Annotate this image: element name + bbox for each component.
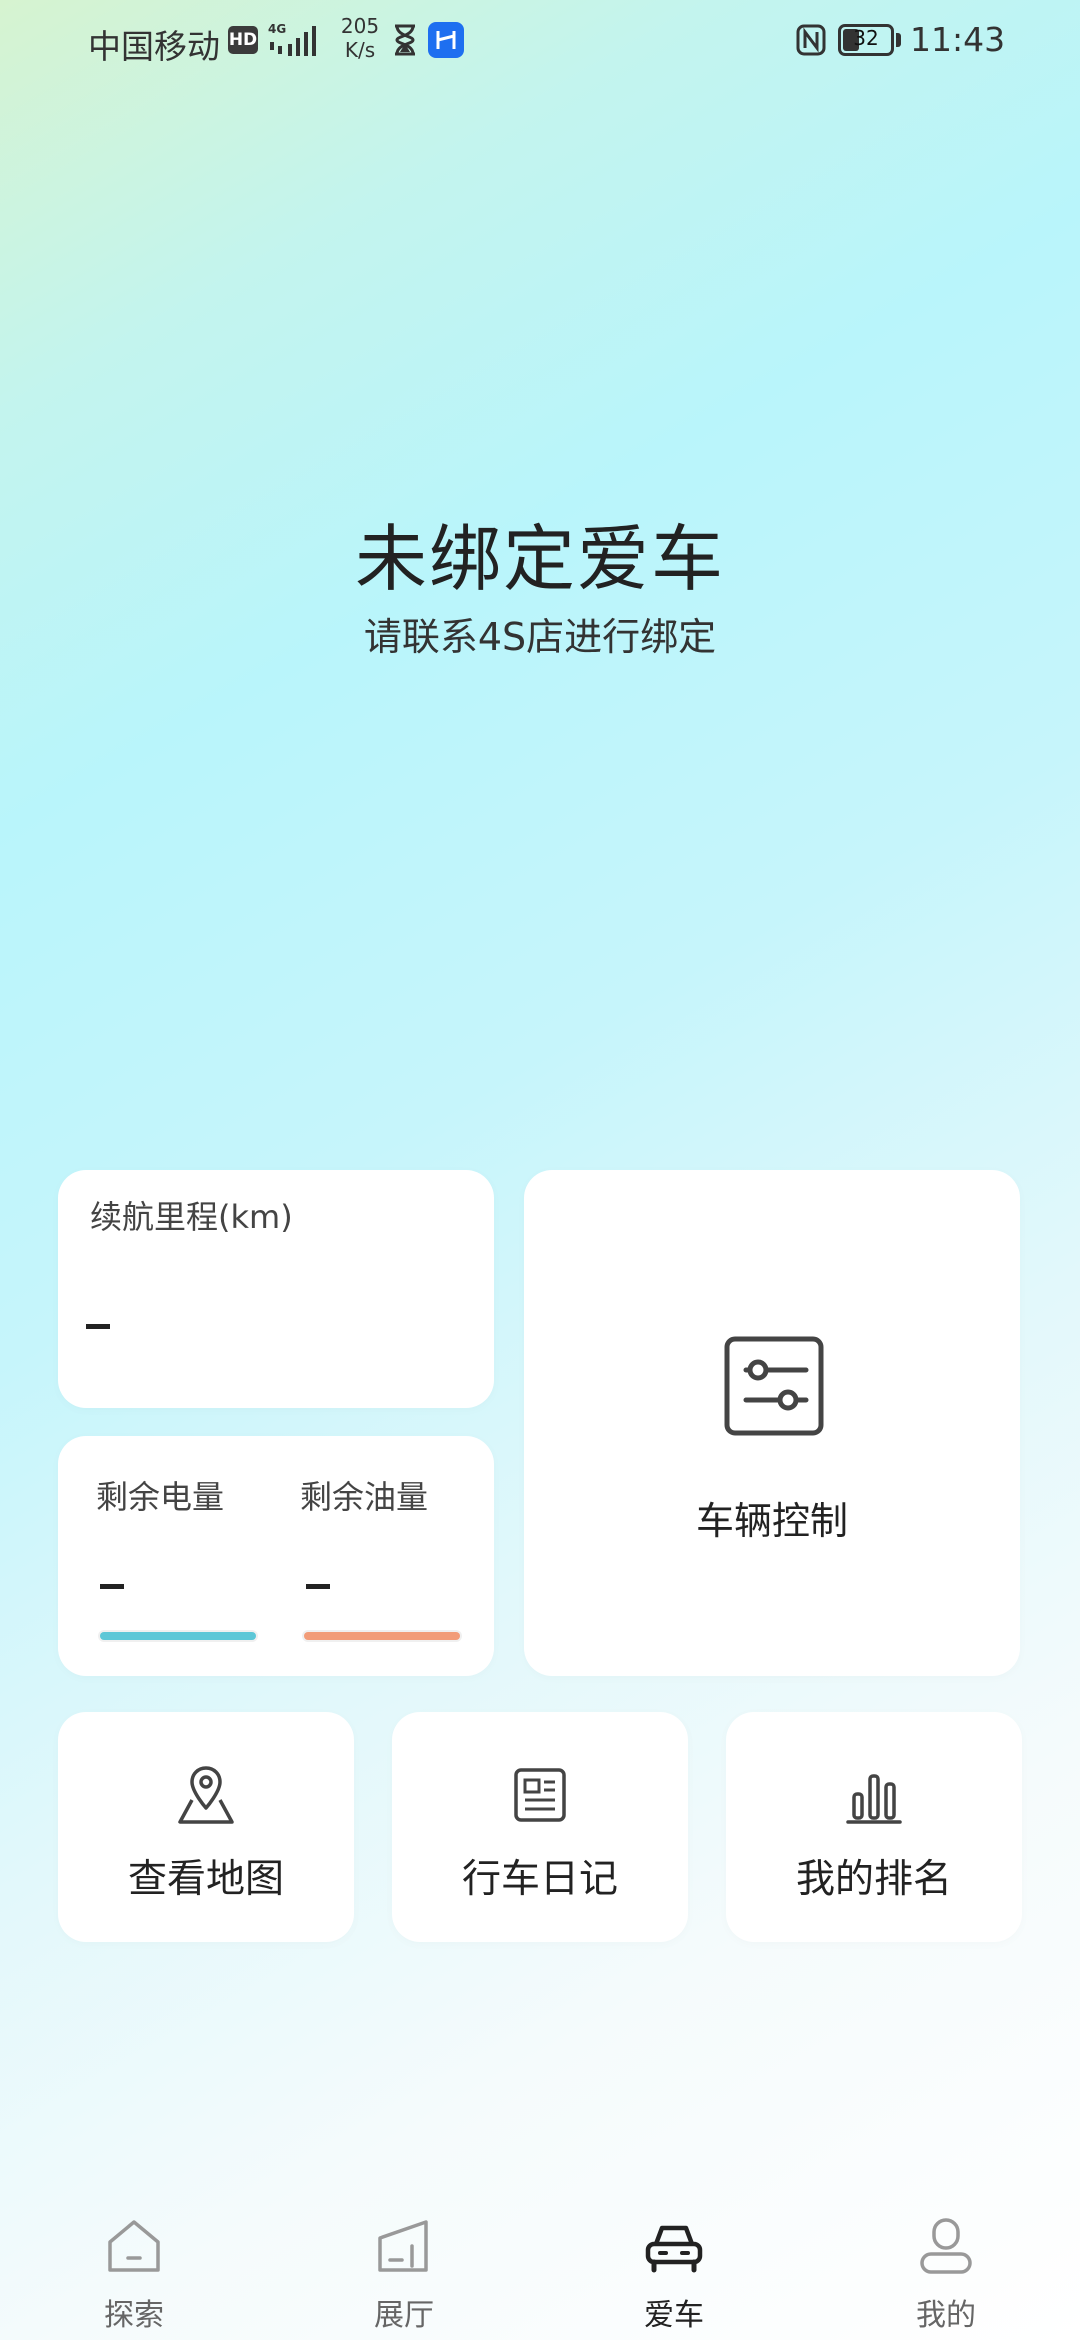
nav-explore[interactable]: 探索	[54, 2196, 214, 2340]
nav-mine-label: 我的	[916, 2298, 976, 2333]
sliders-icon	[724, 1336, 824, 1436]
electricity-bar	[98, 1630, 258, 1642]
journal-icon	[514, 1768, 566, 1822]
fuel-bar-fill	[304, 1632, 460, 1640]
electricity-bar-fill	[100, 1632, 256, 1640]
home-icon	[108, 2220, 160, 2272]
nav-my-car[interactable]: 爱车	[594, 2196, 754, 2340]
speed-value: 205	[340, 14, 380, 38]
status-bar: 中国移动 HD 4G 205 K/s 32 11:43	[0, 0, 1080, 80]
network-type: 4G	[268, 22, 286, 36]
hourglass-icon	[395, 24, 415, 56]
view-map-button[interactable]: 查看地图	[58, 1712, 354, 1942]
nav-showroom-label: 展厅	[374, 2298, 434, 2333]
view-map-label: 查看地图	[127, 1857, 284, 1902]
electricity-label: 剩余电量	[96, 1478, 225, 1516]
map-pin-icon	[178, 1766, 234, 1824]
hd-badge: HD	[228, 26, 258, 54]
battery-icon: 32	[838, 24, 894, 56]
fuel-bar	[302, 1630, 462, 1642]
driving-diary-label: 行车日记	[461, 1857, 618, 1902]
nav-showroom[interactable]: 展厅	[324, 2196, 484, 2340]
bottom-navigation: 探索 展厅 爱车 我的	[0, 2196, 1080, 2340]
car-icon	[645, 2225, 703, 2273]
bar-chart-icon	[846, 1774, 902, 1824]
vehicle-control-card[interactable]: 车辆控制	[524, 1170, 1020, 1676]
battery-cap	[896, 33, 901, 47]
energy-card[interactable]: 剩余电量 剩余油量	[58, 1436, 494, 1676]
signal-icon: 4G	[268, 22, 316, 56]
fuel-value	[306, 1584, 330, 1589]
clock-time: 11:43	[910, 20, 1006, 59]
carrier-name: 中国移动	[88, 27, 220, 66]
range-label: 续航里程(km)	[90, 1198, 293, 1236]
my-ranking-label: 我的排名	[795, 1857, 952, 1902]
contact-dealer-subtitle: 请联系4S店进行绑定	[363, 615, 717, 659]
profile-icon	[920, 2218, 972, 2274]
battery-level: 32	[853, 26, 879, 50]
showroom-icon	[378, 2220, 428, 2272]
vehicle-control-label: 车辆控制	[695, 1499, 848, 1543]
fuel-label: 剩余油量	[300, 1478, 429, 1516]
network-speed: 205 K/s	[332, 14, 388, 62]
nfc-icon	[796, 24, 826, 56]
speed-unit: K/s	[344, 38, 376, 62]
nav-explore-label: 探索	[104, 2298, 164, 2333]
my-ranking-button[interactable]: 我的排名	[726, 1712, 1022, 1942]
app-notification-icon	[428, 22, 464, 58]
driving-diary-button[interactable]: 行车日记	[392, 1712, 688, 1942]
nav-mine[interactable]: 我的	[866, 2196, 1026, 2340]
unbound-car-title: 未绑定爱车	[354, 517, 725, 601]
range-card[interactable]: 续航里程(km)	[58, 1170, 494, 1408]
range-value	[86, 1324, 110, 1329]
electricity-value	[100, 1584, 124, 1589]
nav-my-car-label: 爱车	[644, 2298, 704, 2333]
